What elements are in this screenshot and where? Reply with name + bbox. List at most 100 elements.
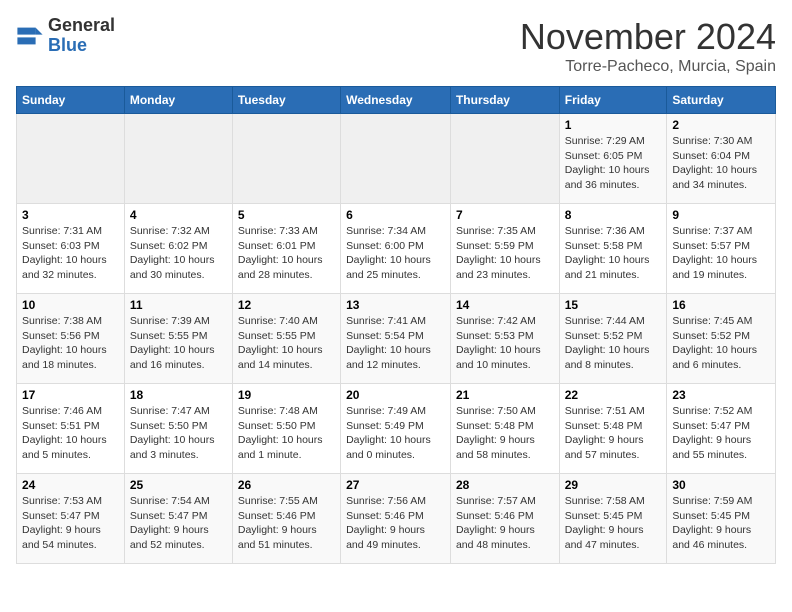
day-info: Sunrise: 7:47 AMSunset: 5:50 PMDaylight:… xyxy=(130,404,227,463)
day-info: Sunrise: 7:54 AMSunset: 5:47 PMDaylight:… xyxy=(130,494,227,553)
day-info: Sunrise: 7:57 AMSunset: 5:46 PMDaylight:… xyxy=(456,494,554,553)
calendar-cell: 29 Sunrise: 7:58 AMSunset: 5:45 PMDayligh… xyxy=(559,474,667,564)
day-info: Sunrise: 7:37 AMSunset: 5:57 PMDaylight:… xyxy=(672,224,770,283)
day-number: 5 xyxy=(238,208,335,222)
day-number: 23 xyxy=(672,388,770,402)
calendar-body: 1 Sunrise: 7:29 AMSunset: 6:05 PMDaylight… xyxy=(17,114,776,564)
day-info: Sunrise: 7:41 AMSunset: 5:54 PMDaylight:… xyxy=(346,314,445,373)
calendar-cell: 13 Sunrise: 7:41 AMSunset: 5:54 PMDayligh… xyxy=(341,294,451,384)
week-row-4: 17Sunrise: 7:46 AMSunset: 5:51 PMDayligh… xyxy=(17,384,776,474)
day-number: 4 xyxy=(130,208,227,222)
logo: General Blue xyxy=(16,16,115,56)
day-number: 18 xyxy=(130,388,227,402)
calendar-cell: 18 Sunrise: 7:47 AMSunset: 5:50 PMDayligh… xyxy=(124,384,232,474)
weekday-header-saturday: Saturday xyxy=(667,87,776,114)
day-number: 2 xyxy=(672,118,770,132)
day-number: 27 xyxy=(346,478,445,492)
page-header: General Blue November 2024 Torre-Pacheco… xyxy=(16,16,776,76)
day-number: 14 xyxy=(456,298,554,312)
day-number: 25 xyxy=(130,478,227,492)
calendar-cell: 20Sunrise: 7:49 AMSunset: 5:49 PMDayligh… xyxy=(341,384,451,474)
calendar-cell: 19 Sunrise: 7:48 AMSunset: 5:50 PMDayligh… xyxy=(232,384,340,474)
day-number: 16 xyxy=(672,298,770,312)
calendar-cell: 23 Sunrise: 7:52 AMSunset: 5:47 PMDayligh… xyxy=(667,384,776,474)
calendar-cell: 5 Sunrise: 7:33 AMSunset: 6:01 PMDaylight… xyxy=(232,204,340,294)
weekday-header-friday: Friday xyxy=(559,87,667,114)
calendar-cell: 2 Sunrise: 7:30 AMSunset: 6:04 PMDaylight… xyxy=(667,114,776,204)
month-title: November 2024 xyxy=(520,16,776,58)
day-info: Sunrise: 7:31 AMSunset: 6:03 PMDaylight:… xyxy=(22,224,119,283)
day-number: 1 xyxy=(565,118,662,132)
day-number: 11 xyxy=(130,298,227,312)
calendar-cell: 6Sunrise: 7:34 AMSunset: 6:00 PMDaylight… xyxy=(341,204,451,294)
calendar-cell xyxy=(17,114,125,204)
day-number: 24 xyxy=(22,478,119,492)
day-number: 22 xyxy=(565,388,662,402)
day-info: Sunrise: 7:58 AMSunset: 5:45 PMDaylight:… xyxy=(565,494,662,553)
calendar-cell: 11Sunrise: 7:39 AMSunset: 5:55 PMDayligh… xyxy=(124,294,232,384)
day-info: Sunrise: 7:33 AMSunset: 6:01 PMDaylight:… xyxy=(238,224,335,283)
calendar-cell: 26 Sunrise: 7:55 AMSunset: 5:46 PMDayligh… xyxy=(232,474,340,564)
calendar-cell: 28Sunrise: 7:57 AMSunset: 5:46 PMDayligh… xyxy=(450,474,559,564)
day-info: Sunrise: 7:30 AMSunset: 6:04 PMDaylight:… xyxy=(672,134,770,193)
day-number: 30 xyxy=(672,478,770,492)
weekday-header-sunday: Sunday xyxy=(17,87,125,114)
day-info: Sunrise: 7:46 AMSunset: 5:51 PMDaylight:… xyxy=(22,404,119,463)
logo-text: General Blue xyxy=(48,16,115,56)
day-info: Sunrise: 7:42 AMSunset: 5:53 PMDaylight:… xyxy=(456,314,554,373)
weekday-header-tuesday: Tuesday xyxy=(232,87,340,114)
day-info: Sunrise: 7:36 AMSunset: 5:58 PMDaylight:… xyxy=(565,224,662,283)
week-row-2: 3 Sunrise: 7:31 AMSunset: 6:03 PMDaylight… xyxy=(17,204,776,294)
calendar-cell: 22 Sunrise: 7:51 AMSunset: 5:48 PMDayligh… xyxy=(559,384,667,474)
calendar-cell: 30 Sunrise: 7:59 AMSunset: 5:45 PMDayligh… xyxy=(667,474,776,564)
calendar-cell: 24 Sunrise: 7:53 AMSunset: 5:47 PMDayligh… xyxy=(17,474,125,564)
logo-icon xyxy=(16,22,44,50)
day-info: Sunrise: 7:38 AMSunset: 5:56 PMDaylight:… xyxy=(22,314,119,373)
day-number: 29 xyxy=(565,478,662,492)
calendar-cell xyxy=(341,114,451,204)
day-number: 26 xyxy=(238,478,335,492)
calendar-cell: 3 Sunrise: 7:31 AMSunset: 6:03 PMDaylight… xyxy=(17,204,125,294)
day-number: 9 xyxy=(672,208,770,222)
day-number: 12 xyxy=(238,298,335,312)
day-info: Sunrise: 7:59 AMSunset: 5:45 PMDaylight:… xyxy=(672,494,770,553)
day-number: 15 xyxy=(565,298,662,312)
weekday-header-monday: Monday xyxy=(124,87,232,114)
day-info: Sunrise: 7:52 AMSunset: 5:47 PMDaylight:… xyxy=(672,404,770,463)
day-info: Sunrise: 7:50 AMSunset: 5:48 PMDaylight:… xyxy=(456,404,554,463)
day-number: 3 xyxy=(22,208,119,222)
day-number: 21 xyxy=(456,388,554,402)
calendar-cell: 7 Sunrise: 7:35 AMSunset: 5:59 PMDaylight… xyxy=(450,204,559,294)
day-number: 13 xyxy=(346,298,445,312)
calendar-cell: 16 Sunrise: 7:45 AMSunset: 5:52 PMDayligh… xyxy=(667,294,776,384)
calendar-cell: 25 Sunrise: 7:54 AMSunset: 5:47 PMDayligh… xyxy=(124,474,232,564)
week-row-3: 10Sunrise: 7:38 AMSunset: 5:56 PMDayligh… xyxy=(17,294,776,384)
day-number: 19 xyxy=(238,388,335,402)
day-number: 8 xyxy=(565,208,662,222)
calendar-cell: 12Sunrise: 7:40 AMSunset: 5:55 PMDayligh… xyxy=(232,294,340,384)
day-info: Sunrise: 7:45 AMSunset: 5:52 PMDaylight:… xyxy=(672,314,770,373)
day-info: Sunrise: 7:32 AMSunset: 6:02 PMDaylight:… xyxy=(130,224,227,283)
calendar-cell xyxy=(124,114,232,204)
calendar-cell: 1 Sunrise: 7:29 AMSunset: 6:05 PMDaylight… xyxy=(559,114,667,204)
day-info: Sunrise: 7:56 AMSunset: 5:46 PMDaylight:… xyxy=(346,494,445,553)
week-row-5: 24 Sunrise: 7:53 AMSunset: 5:47 PMDayligh… xyxy=(17,474,776,564)
calendar-table: SundayMondayTuesdayWednesdayThursdayFrid… xyxy=(16,86,776,564)
calendar-cell: 27 Sunrise: 7:56 AMSunset: 5:46 PMDayligh… xyxy=(341,474,451,564)
day-info: Sunrise: 7:35 AMSunset: 5:59 PMDaylight:… xyxy=(456,224,554,283)
location: Torre-Pacheco, Murcia, Spain xyxy=(520,58,776,76)
calendar-cell xyxy=(450,114,559,204)
calendar-cell: 21 Sunrise: 7:50 AMSunset: 5:48 PMDayligh… xyxy=(450,384,559,474)
weekday-header-wednesday: Wednesday xyxy=(341,87,451,114)
day-info: Sunrise: 7:48 AMSunset: 5:50 PMDaylight:… xyxy=(238,404,335,463)
day-info: Sunrise: 7:55 AMSunset: 5:46 PMDaylight:… xyxy=(238,494,335,553)
logo-blue: Blue xyxy=(48,36,115,56)
calendar-cell: 15Sunrise: 7:44 AMSunset: 5:52 PMDayligh… xyxy=(559,294,667,384)
day-info: Sunrise: 7:29 AMSunset: 6:05 PMDaylight:… xyxy=(565,134,662,193)
weekday-header-row: SundayMondayTuesdayWednesdayThursdayFrid… xyxy=(17,87,776,114)
day-info: Sunrise: 7:51 AMSunset: 5:48 PMDaylight:… xyxy=(565,404,662,463)
day-number: 7 xyxy=(456,208,554,222)
day-info: Sunrise: 7:53 AMSunset: 5:47 PMDaylight:… xyxy=(22,494,119,553)
day-info: Sunrise: 7:34 AMSunset: 6:00 PMDaylight:… xyxy=(346,224,445,283)
calendar-cell: 14 Sunrise: 7:42 AMSunset: 5:53 PMDayligh… xyxy=(450,294,559,384)
